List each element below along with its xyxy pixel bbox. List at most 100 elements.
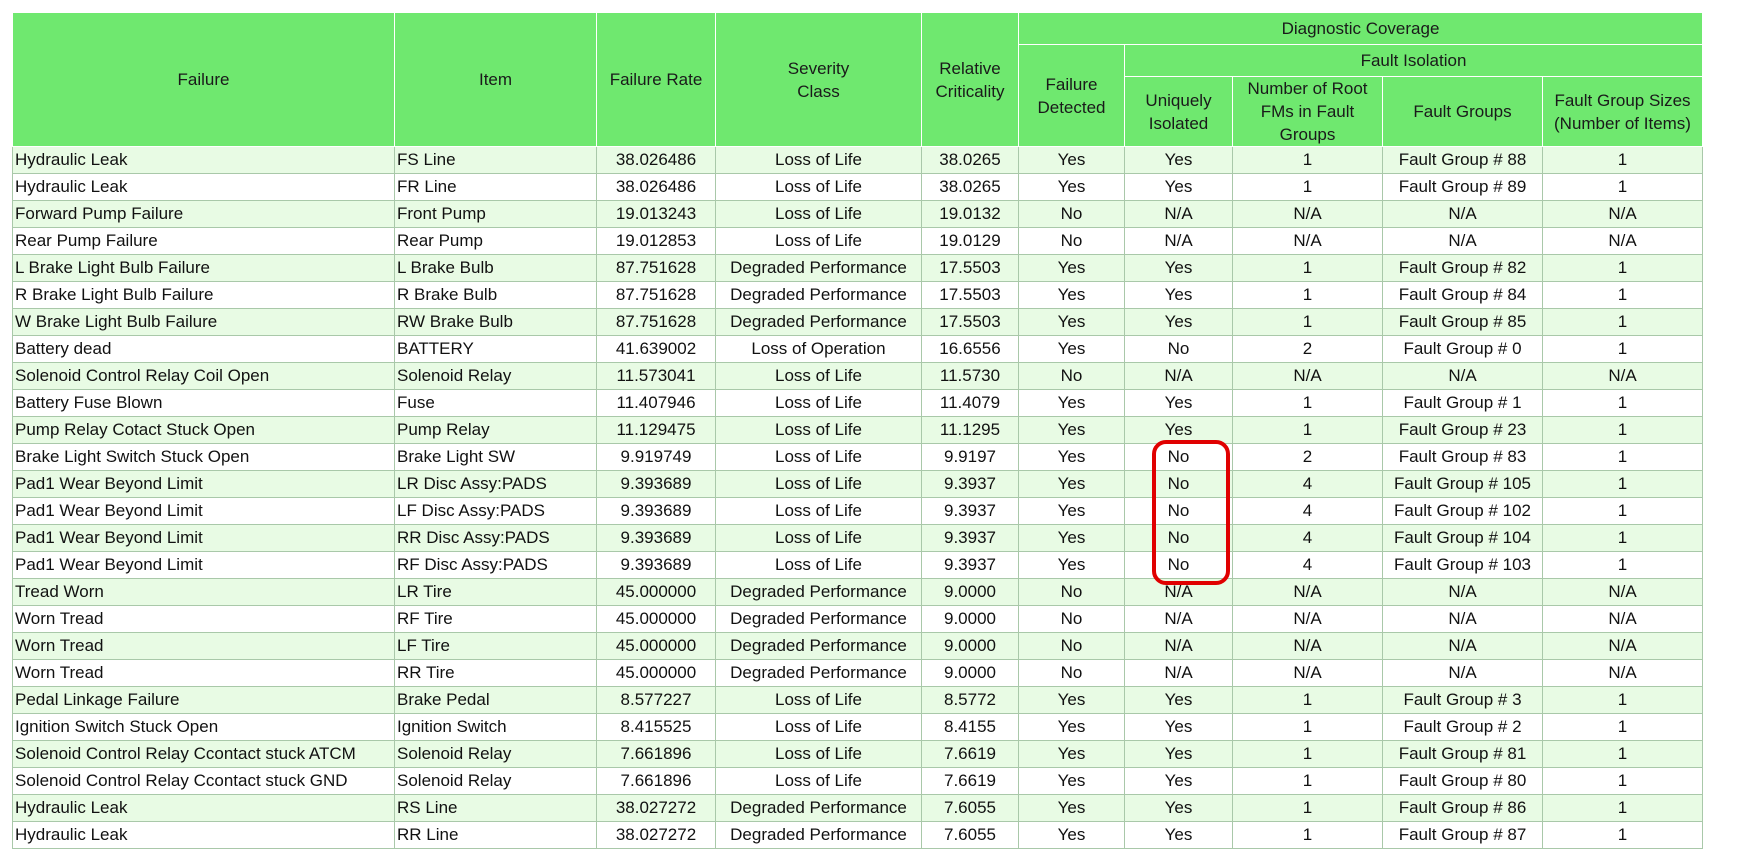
root-fms-cell[interactable]: N/A xyxy=(1232,605,1383,633)
criticality-cell[interactable]: 9.0000 xyxy=(921,578,1019,606)
table-row[interactable]: Solenoid Control Relay Ccontact stuck AT… xyxy=(12,740,1703,768)
fault-group-cell[interactable]: Fault Group # 23 xyxy=(1382,416,1543,444)
fault-group-size-cell[interactable]: 1 xyxy=(1542,308,1703,336)
root-fms-cell[interactable]: N/A xyxy=(1232,578,1383,606)
severity-cell[interactable]: Loss of Life xyxy=(715,443,922,471)
detected-cell[interactable]: Yes xyxy=(1018,524,1125,552)
failure-cell[interactable]: Brake Light Switch Stuck Open xyxy=(12,443,395,471)
severity-cell[interactable]: Degraded Performance xyxy=(715,659,922,687)
table-row[interactable]: Pad1 Wear Beyond Limit RF Disc Assy:PADS 9… xyxy=(12,551,1703,579)
item-cell[interactable]: L Brake Bulb xyxy=(394,254,597,282)
fault-group-size-cell[interactable]: 1 xyxy=(1542,416,1703,444)
failure-cell[interactable]: Pad1 Wear Beyond Limit xyxy=(12,524,395,552)
item-cell[interactable]: R Brake Bulb xyxy=(394,281,597,309)
failure-cell[interactable]: Tread Worn xyxy=(12,578,395,606)
criticality-cell[interactable]: 11.4079 xyxy=(921,389,1019,417)
root-fms-cell[interactable]: 1 xyxy=(1232,308,1383,336)
root-fms-cell[interactable]: 1 xyxy=(1232,713,1383,741)
root-fms-cell[interactable]: 1 xyxy=(1232,767,1383,795)
uniquely-isolated-cell[interactable]: No xyxy=(1124,470,1233,498)
fault-group-size-cell[interactable]: 1 xyxy=(1542,740,1703,768)
detected-cell[interactable]: Yes xyxy=(1018,740,1125,768)
detected-cell[interactable]: Yes xyxy=(1018,767,1125,795)
criticality-cell[interactable]: 17.5503 xyxy=(921,308,1019,336)
root-fms-cell[interactable]: N/A xyxy=(1232,362,1383,390)
failure-rate-cell[interactable]: 8.577227 xyxy=(596,686,716,714)
failure-rate-cell[interactable]: 9.393689 xyxy=(596,497,716,525)
item-cell[interactable]: Brake Pedal xyxy=(394,686,597,714)
failure-rate-cell[interactable]: 87.751628 xyxy=(596,308,716,336)
fault-group-cell[interactable]: Fault Group # 82 xyxy=(1382,254,1543,282)
failure-cell[interactable]: Rear Pump Failure xyxy=(12,227,395,255)
detected-cell[interactable]: No xyxy=(1018,578,1125,606)
fault-group-cell[interactable]: Fault Group # 86 xyxy=(1382,794,1543,822)
fault-group-cell[interactable]: Fault Group # 105 xyxy=(1382,470,1543,498)
table-row[interactable]: Pedal Linkage Failure Brake Pedal 8.577227… xyxy=(12,686,1703,714)
severity-cell[interactable]: Loss of Life xyxy=(715,767,922,795)
detected-cell[interactable]: Yes xyxy=(1018,497,1125,525)
failure-rate-cell[interactable]: 45.000000 xyxy=(596,659,716,687)
fault-group-size-cell[interactable]: 1 xyxy=(1542,173,1703,201)
fault-group-cell[interactable]: Fault Group # 83 xyxy=(1382,443,1543,471)
severity-cell[interactable]: Loss of Life xyxy=(715,173,922,201)
item-cell[interactable]: Solenoid Relay xyxy=(394,740,597,768)
severity-cell[interactable]: Loss of Life xyxy=(715,146,922,174)
table-row[interactable]: Ignition Switch Stuck Open Ignition Switc… xyxy=(12,713,1703,741)
table-row[interactable]: Hydraulic Leak RR Line 38.027272 Degraded P… xyxy=(12,821,1703,849)
failure-cell[interactable]: Battery dead xyxy=(12,335,395,363)
table-row[interactable]: Tread Worn LR Tire 45.000000 Degraded Perfo… xyxy=(12,578,1703,606)
fault-group-size-cell[interactable]: 1 xyxy=(1542,281,1703,309)
fault-group-cell[interactable]: N/A xyxy=(1382,227,1543,255)
failure-rate-cell[interactable]: 9.919749 xyxy=(596,443,716,471)
root-fms-cell[interactable]: 4 xyxy=(1232,524,1383,552)
uniquely-isolated-cell[interactable]: Yes xyxy=(1124,794,1233,822)
failure-cell[interactable]: Worn Tread xyxy=(12,659,395,687)
failure-cell[interactable]: Worn Tread xyxy=(12,605,395,633)
uniquely-isolated-cell[interactable]: Yes xyxy=(1124,821,1233,849)
criticality-cell[interactable]: 9.3937 xyxy=(921,470,1019,498)
root-fms-cell[interactable]: 1 xyxy=(1232,254,1383,282)
fault-group-size-cell[interactable]: N/A xyxy=(1542,227,1703,255)
fault-group-cell[interactable]: Fault Group # 1 xyxy=(1382,389,1543,417)
severity-cell[interactable]: Degraded Performance xyxy=(715,605,922,633)
fault-group-size-cell[interactable]: N/A xyxy=(1542,578,1703,606)
failure-rate-cell[interactable]: 38.027272 xyxy=(596,794,716,822)
root-fms-cell[interactable]: 4 xyxy=(1232,551,1383,579)
criticality-cell[interactable]: 7.6619 xyxy=(921,740,1019,768)
criticality-cell[interactable]: 9.0000 xyxy=(921,659,1019,687)
root-fms-cell[interactable]: 1 xyxy=(1232,794,1383,822)
fault-group-size-cell[interactable]: 1 xyxy=(1542,254,1703,282)
detected-cell[interactable]: Yes xyxy=(1018,821,1125,849)
failure-rate-cell[interactable]: 11.129475 xyxy=(596,416,716,444)
criticality-cell[interactable]: 38.0265 xyxy=(921,146,1019,174)
item-cell[interactable]: Ignition Switch xyxy=(394,713,597,741)
root-fms-cell[interactable]: N/A xyxy=(1232,200,1383,228)
uniquely-isolated-cell[interactable]: Yes xyxy=(1124,686,1233,714)
criticality-cell[interactable]: 11.5730 xyxy=(921,362,1019,390)
failure-rate-cell[interactable]: 45.000000 xyxy=(596,605,716,633)
uniquely-isolated-cell[interactable]: Yes xyxy=(1124,713,1233,741)
severity-cell[interactable]: Loss of Life xyxy=(715,686,922,714)
fault-group-cell[interactable]: Fault Group # 2 xyxy=(1382,713,1543,741)
uniquely-isolated-cell[interactable]: Yes xyxy=(1124,767,1233,795)
detected-cell[interactable]: Yes xyxy=(1018,308,1125,336)
item-cell[interactable]: LR Tire xyxy=(394,578,597,606)
uniquely-isolated-cell[interactable]: No xyxy=(1124,524,1233,552)
fault-group-cell[interactable]: Fault Group # 81 xyxy=(1382,740,1543,768)
failure-cell[interactable]: Forward Pump Failure xyxy=(12,200,395,228)
header-num-root-fms[interactable]: Number of Root FMs in Fault Groups xyxy=(1232,76,1383,147)
criticality-cell[interactable]: 9.0000 xyxy=(921,605,1019,633)
failure-cell[interactable]: Solenoid Control Relay Coil Open xyxy=(12,362,395,390)
uniquely-isolated-cell[interactable]: Yes xyxy=(1124,389,1233,417)
detected-cell[interactable]: No xyxy=(1018,632,1125,660)
failure-rate-cell[interactable]: 87.751628 xyxy=(596,254,716,282)
fault-group-size-cell[interactable]: N/A xyxy=(1542,659,1703,687)
table-row[interactable]: Pad1 Wear Beyond Limit RR Disc Assy:PADS 9… xyxy=(12,524,1703,552)
root-fms-cell[interactable]: 4 xyxy=(1232,470,1383,498)
header-failure-detected[interactable]: Failure Detected xyxy=(1018,44,1125,147)
failure-cell[interactable]: Pedal Linkage Failure xyxy=(12,686,395,714)
fault-group-cell[interactable]: Fault Group # 87 xyxy=(1382,821,1543,849)
failure-cell[interactable]: Pump Relay Cotact Stuck Open xyxy=(12,416,395,444)
criticality-cell[interactable]: 17.5503 xyxy=(921,281,1019,309)
fault-group-cell[interactable]: Fault Group # 80 xyxy=(1382,767,1543,795)
